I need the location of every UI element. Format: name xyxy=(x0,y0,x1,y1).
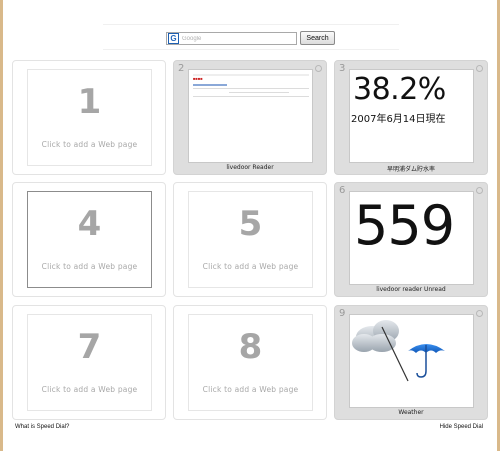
add-page-hint: Click to add a Web page xyxy=(41,140,138,149)
dial-caption: livedoor Reader xyxy=(226,164,274,171)
speed-dial-9[interactable]: 9 Weather xyxy=(334,305,488,420)
dial-number: 5 xyxy=(238,204,263,244)
add-page-hint: Click to add a Web page xyxy=(41,385,138,394)
google-icon[interactable]: G xyxy=(168,33,179,44)
mini-toolbar xyxy=(193,74,309,76)
dial-number: 7 xyxy=(77,327,102,367)
unread-count: 559 xyxy=(354,194,455,257)
hide-speed-dial-link[interactable]: Hide Speed Dial xyxy=(440,424,483,430)
dial-number: 2 xyxy=(178,63,185,74)
close-icon[interactable] xyxy=(476,310,483,317)
speed-dial-3[interactable]: 3 38.2% 2007年6月14日現在 早明浦ダム貯水率 xyxy=(334,60,488,175)
dam-date: 2007年6月14日現在 xyxy=(351,114,446,125)
add-page-hint: Click to add a Web page xyxy=(202,262,299,271)
thumbnail-dam-level: 38.2% 2007年6月14日現在 xyxy=(349,69,474,163)
empty-thumbnail: 5 Click to add a Web page xyxy=(188,191,313,288)
close-icon[interactable] xyxy=(315,65,322,72)
empty-thumbnail: 7 Click to add a Web page xyxy=(27,314,152,411)
speed-dial-2[interactable]: 2 ■■■■ livedoor Reader xyxy=(173,60,327,175)
close-icon[interactable] xyxy=(476,65,483,72)
close-icon[interactable] xyxy=(476,187,483,194)
thumbnail-unread-count: 559 xyxy=(349,191,474,285)
search-input[interactable] xyxy=(179,33,289,44)
dial-number: 6 xyxy=(339,185,346,196)
add-page-hint: Click to add a Web page xyxy=(202,385,299,394)
speed-dial-6[interactable]: 6 559 livedoor reader Unread xyxy=(334,182,488,297)
speed-dial-page: G Search 1 Click to add a Web page 2 ■■■… xyxy=(3,0,497,451)
mini-logo: ■■■■ xyxy=(193,76,203,81)
empty-thumbnail: 4 Click to add a Web page xyxy=(27,191,152,288)
umbrella-shape xyxy=(408,344,445,378)
speed-dial-5[interactable]: 5 Click to add a Web page xyxy=(173,182,327,297)
empty-thumbnail: 8 Click to add a Web page xyxy=(188,314,313,411)
dam-percent: 38.2% xyxy=(353,72,446,107)
speed-dial-7[interactable]: 7 Click to add a Web page xyxy=(12,305,166,420)
dial-caption: 早明浦ダム貯水率 xyxy=(386,166,435,173)
mini-bar xyxy=(193,84,227,86)
mini-line xyxy=(193,96,309,97)
empty-thumbnail: 1 Click to add a Web page xyxy=(27,69,152,166)
speed-dial-8[interactable]: 8 Click to add a Web page xyxy=(173,305,327,420)
cloud-umbrella-icon xyxy=(352,320,445,382)
speed-dial-1[interactable]: 1 Click to add a Web page xyxy=(12,60,166,175)
dial-number: 1 xyxy=(77,82,102,122)
dial-number: 8 xyxy=(238,327,263,367)
add-page-hint: Click to add a Web page xyxy=(41,262,138,271)
mini-line xyxy=(193,88,309,89)
dial-caption: Weather xyxy=(398,409,424,416)
what-is-speed-dial-link[interactable]: What is Speed Dial? xyxy=(15,424,69,430)
thumbnail-livedoor-reader: ■■■■ xyxy=(188,69,313,163)
dial-number: 4 xyxy=(77,204,102,244)
dial-caption: livedoor reader Unread xyxy=(376,286,446,293)
search-button[interactable]: Search xyxy=(300,31,335,45)
search-box[interactable]: G xyxy=(166,32,297,45)
mini-line xyxy=(229,92,289,93)
dial-number: 9 xyxy=(339,308,346,319)
dial-number: 3 xyxy=(339,63,346,74)
thumbnail-weather xyxy=(349,314,474,408)
search-bar: G Search xyxy=(103,24,399,50)
speed-dial-4[interactable]: 4 Click to add a Web page xyxy=(12,182,166,297)
